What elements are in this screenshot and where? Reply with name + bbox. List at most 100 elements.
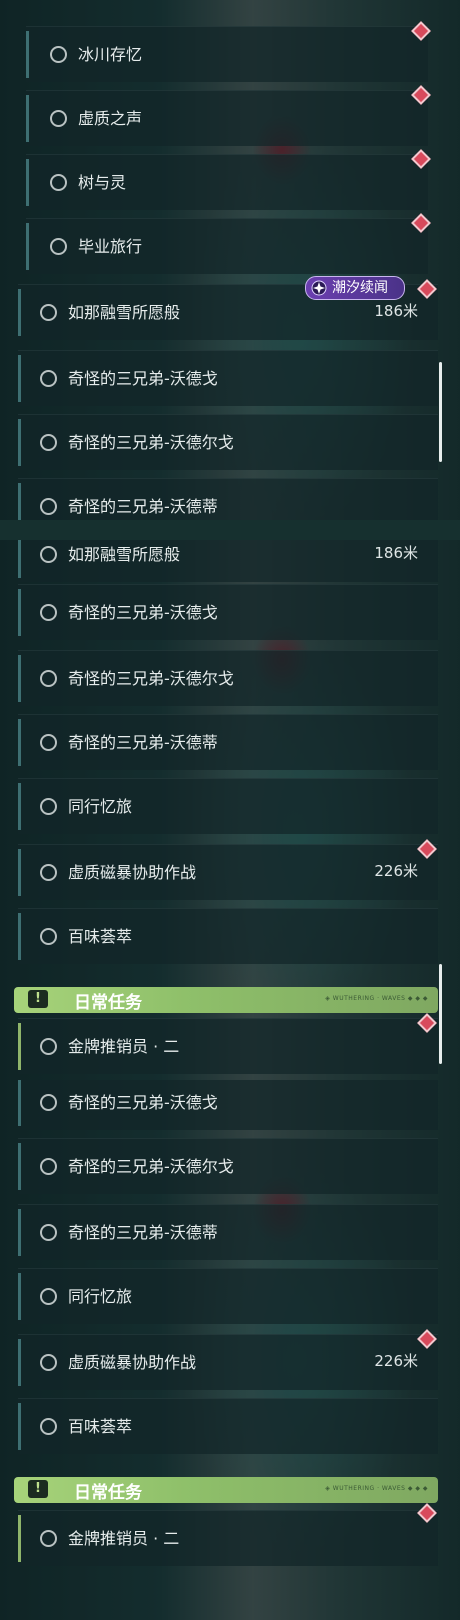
quest-row[interactable]: 百味荟萃 <box>18 1398 438 1454</box>
alert-icon: ! <box>28 990 48 1008</box>
quest-row[interactable]: 奇怪的三兄弟-沃德蒂 <box>18 1204 438 1260</box>
quest-row[interactable]: 奇怪的三兄弟-沃德尔戈 <box>18 414 438 470</box>
quest-name: 奇怪的三兄弟-沃德蒂 <box>68 733 218 752</box>
quest-status-circle-icon <box>40 434 57 451</box>
quest-row[interactable]: 毕业旅行 <box>26 218 428 274</box>
quest-status-circle-icon <box>40 546 57 563</box>
daily-quests-header[interactable]: ! 日常任务 ◈ WUTHERING · WAVES ◆ ◆ ◆ <box>14 987 438 1013</box>
quest-row[interactable]: 奇怪的三兄弟-沃德蒂 <box>18 478 438 520</box>
quest-name: 奇怪的三兄弟-沃德蒂 <box>68 1223 218 1242</box>
quest-status-circle-icon <box>40 1038 57 1055</box>
quest-name: 如那融雪所愿般 <box>68 545 181 564</box>
quest-name: 金牌推销员 · 二 <box>68 1037 180 1056</box>
quest-row[interactable]: 奇怪的三兄弟-沃德戈 <box>18 584 438 640</box>
quest-row[interactable]: 虚质磁暴协助作战 226米 <box>18 844 438 900</box>
row-accent-bar <box>18 719 21 766</box>
quest-name: 奇怪的三兄弟-沃德戈 <box>68 369 218 388</box>
row-accent-bar <box>18 483 21 520</box>
quest-row[interactable]: 树与灵 <box>26 154 428 210</box>
quest-row[interactable]: 奇怪的三兄弟-沃德尔戈 <box>18 1138 438 1194</box>
row-accent-bar <box>18 1273 21 1320</box>
scrollbar-thumb[interactable] <box>439 964 442 1064</box>
row-accent-bar <box>18 1515 21 1562</box>
row-accent-bar <box>18 1023 21 1070</box>
quest-name: 虚质磁暴协助作战 <box>68 1353 197 1372</box>
sparkle-star-icon <box>311 280 327 296</box>
row-accent-bar <box>18 849 21 896</box>
quest-name: 奇怪的三兄弟-沃德戈 <box>68 603 218 622</box>
quest-status-circle-icon <box>40 1158 57 1175</box>
quest-row[interactable]: 虚质之声 <box>26 90 428 146</box>
quest-status-circle-icon <box>40 1224 57 1241</box>
row-accent-bar <box>26 31 29 78</box>
quest-status-circle-icon <box>40 670 57 687</box>
quest-status-circle-icon <box>40 1354 57 1371</box>
quest-name: 奇怪的三兄弟-沃德蒂 <box>68 497 218 516</box>
row-accent-bar <box>26 159 29 206</box>
quest-status-circle-icon <box>40 798 57 815</box>
badge-label: 潮汐续闻 <box>332 280 388 296</box>
quest-row[interactable]: 奇怪的三兄弟-沃德戈 <box>18 1080 438 1130</box>
quest-status-circle-icon <box>40 928 57 945</box>
row-accent-bar <box>18 1209 21 1256</box>
quest-distance: 226米 <box>374 862 418 880</box>
quest-status-circle-icon <box>40 734 57 751</box>
quest-name: 奇怪的三兄弟-沃德戈 <box>68 1093 218 1112</box>
quest-row[interactable]: 同行忆旅 <box>18 1268 438 1324</box>
quest-name: 如那融雪所愿般 <box>68 303 181 322</box>
quest-status-circle-icon <box>40 604 57 621</box>
scrollbar-thumb[interactable] <box>439 362 442 462</box>
quest-name: 虚质之声 <box>78 109 143 128</box>
quest-name: 百味荟萃 <box>68 1417 133 1436</box>
row-accent-bar <box>18 1143 21 1190</box>
quest-row[interactable]: 如那融雪所愿般 186米 <box>18 540 438 582</box>
row-accent-bar <box>26 95 29 142</box>
quest-row[interactable]: 冰川存忆 <box>26 26 428 82</box>
quest-status-circle-icon <box>40 498 57 515</box>
alert-icon: ! <box>28 1480 48 1498</box>
quest-name: 同行忆旅 <box>68 1287 133 1306</box>
quest-distance: 186米 <box>374 302 418 320</box>
row-accent-bar <box>18 913 21 960</box>
row-accent-bar <box>18 289 21 336</box>
quest-distance: 226米 <box>374 1352 418 1370</box>
quest-name: 金牌推销员 · 二 <box>68 1529 180 1548</box>
quest-row[interactable]: 虚质磁暴协助作战 226米 <box>18 1334 438 1390</box>
quest-name: 奇怪的三兄弟-沃德尔戈 <box>68 1157 234 1176</box>
quest-name: 树与灵 <box>78 173 127 192</box>
daily-quest-row[interactable]: 金牌推销员 · 二 <box>18 1510 438 1566</box>
row-accent-bar <box>18 589 21 636</box>
daily-quests-header[interactable]: ! 日常任务 ◈ WUTHERING · WAVES ◆ ◆ ◆ <box>14 1477 438 1503</box>
quest-status-circle-icon <box>40 1288 57 1305</box>
quest-row[interactable]: 奇怪的三兄弟-沃德蒂 <box>18 714 438 770</box>
row-accent-bar <box>26 223 29 270</box>
row-accent-bar <box>18 1080 21 1126</box>
row-accent-bar <box>18 655 21 702</box>
quest-status-circle-icon <box>40 370 57 387</box>
section-tag: ◈ WUTHERING · WAVES ◆ ◆ ◆ <box>325 995 428 1002</box>
section-title: 日常任务 <box>74 1483 142 1503</box>
quest-status-circle-icon <box>50 110 67 127</box>
quest-name: 百味荟萃 <box>68 927 133 946</box>
quest-name: 奇怪的三兄弟-沃德尔戈 <box>68 433 234 452</box>
quest-name: 虚质磁暴协助作战 <box>68 863 197 882</box>
quest-distance: 186米 <box>374 544 418 562</box>
quest-row[interactable]: 同行忆旅 <box>18 778 438 834</box>
section-title: 日常任务 <box>74 993 142 1013</box>
quest-name: 奇怪的三兄弟-沃德尔戈 <box>68 669 234 688</box>
quest-status-circle-icon <box>40 864 57 881</box>
row-accent-bar <box>18 355 21 402</box>
quest-name: 毕业旅行 <box>78 237 143 256</box>
quest-status-circle-icon <box>50 46 67 63</box>
quest-row[interactable]: 奇怪的三兄弟-沃德尔戈 <box>18 650 438 706</box>
quest-status-circle-icon <box>50 174 67 191</box>
row-accent-bar <box>18 1339 21 1386</box>
quest-status-circle-icon <box>40 1094 57 1111</box>
daily-quest-row[interactable]: 金牌推销员 · 二 <box>18 1018 438 1074</box>
quest-status-circle-icon <box>40 1418 57 1435</box>
quest-panel-3: 奇怪的三兄弟-沃德戈 奇怪的三兄弟-沃德尔戈 奇怪的三兄弟-沃德蒂 同行忆旅 虚… <box>0 1080 460 1620</box>
tide-badge: 潮汐续闻 <box>305 276 405 300</box>
quest-row[interactable]: 百味荟萃 <box>18 908 438 964</box>
quest-name: 同行忆旅 <box>68 797 133 816</box>
quest-row[interactable]: 奇怪的三兄弟-沃德戈 <box>18 350 438 406</box>
